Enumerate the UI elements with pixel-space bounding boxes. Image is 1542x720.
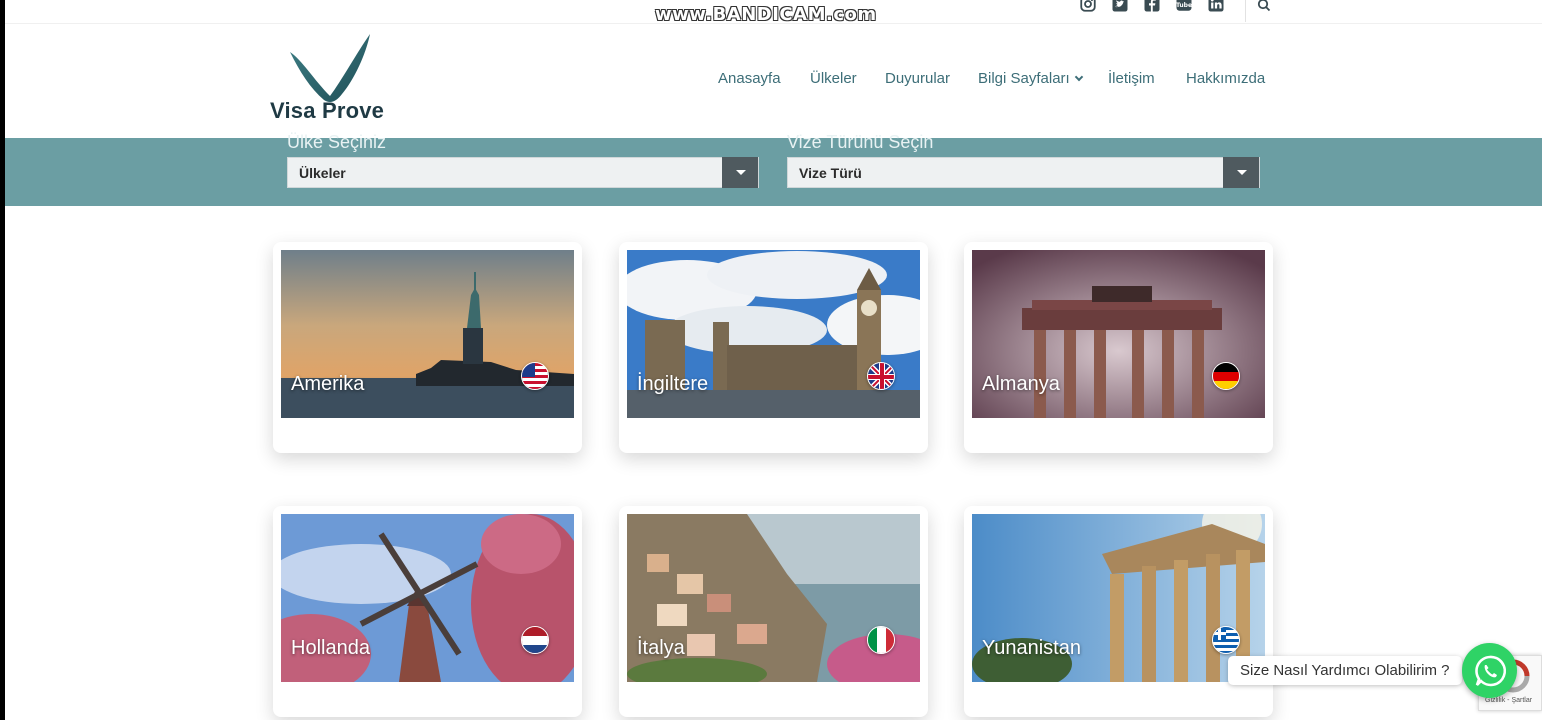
chevron-down-icon bbox=[1074, 72, 1083, 82]
recording-watermark: www.BANDICAM.com bbox=[655, 4, 877, 25]
country-name[interactable]: İngiltere bbox=[637, 373, 708, 396]
linkedin-icon[interactable] bbox=[1207, 0, 1225, 12]
logo-text[interactable]: Visa Prove bbox=[270, 98, 384, 124]
search-icon[interactable] bbox=[1257, 0, 1271, 12]
visa-type-select-label: Vize Türünü Seçin bbox=[787, 132, 934, 152]
country-card-hollanda[interactable]: Hollanda bbox=[273, 506, 582, 717]
country-select-label: Ülke Seçiniz bbox=[287, 132, 387, 152]
country-select-value: Ülkeler bbox=[299, 164, 346, 181]
site-header: Visa Prove Anasayfa Ülkeler Duyurular Bi… bbox=[5, 24, 1542, 138]
twitter-icon[interactable] bbox=[1111, 0, 1129, 12]
chat-help-bubble[interactable]: Size Nasıl Yardımcı Olabilirim ? bbox=[1228, 656, 1462, 685]
country-select[interactable]: Ülkeler bbox=[287, 157, 759, 188]
instagram-icon[interactable] bbox=[1079, 0, 1097, 12]
facebook-icon[interactable] bbox=[1143, 0, 1161, 12]
country-card-almanya[interactable]: Almanya bbox=[964, 242, 1273, 453]
us-flag-icon bbox=[521, 362, 549, 390]
greece-flag-icon bbox=[1212, 626, 1240, 654]
country-name[interactable]: İtalya bbox=[637, 637, 685, 660]
youtube-icon[interactable]: Tube bbox=[1175, 0, 1193, 12]
nav-announcements[interactable]: Duyurular bbox=[885, 70, 950, 87]
nav-info-pages-label: Bilgi Sayfaları bbox=[978, 70, 1070, 87]
nav-home[interactable]: Anasayfa bbox=[718, 70, 781, 87]
whatsapp-icon bbox=[1474, 655, 1506, 686]
country-card-yunanistan[interactable]: Yunanistan bbox=[964, 506, 1273, 717]
recaptcha-links[interactable]: Gizlilik - Şartlar bbox=[1485, 697, 1532, 704]
country-card-ingiltere[interactable]: İngiltere bbox=[619, 242, 928, 453]
netherlands-flag-icon bbox=[521, 626, 549, 654]
country-name[interactable]: Almanya bbox=[982, 373, 1060, 396]
country-name[interactable]: Hollanda bbox=[291, 637, 370, 660]
italy-flag-icon bbox=[867, 626, 895, 654]
country-name[interactable]: Amerika bbox=[291, 373, 364, 396]
country-card-italya[interactable]: İtalya bbox=[619, 506, 928, 717]
nav-info-pages[interactable]: Bilgi Sayfaları bbox=[978, 70, 1083, 87]
country-name[interactable]: Yunanistan bbox=[982, 637, 1081, 660]
svg-text:Tube: Tube bbox=[1176, 2, 1192, 9]
visa-type-select-value: Vize Türü bbox=[799, 164, 862, 181]
nav-about[interactable]: Hakkımızda bbox=[1186, 70, 1265, 87]
search-band: Ülke Seçiniz Ülkeler Vize Türünü Seçin V… bbox=[5, 132, 1542, 206]
uk-flag-icon bbox=[867, 362, 895, 390]
nav-contact[interactable]: İletişim bbox=[1108, 70, 1155, 87]
top-bar: www.BANDICAM.com Tube bbox=[5, 0, 1542, 25]
topbar-divider bbox=[1245, 0, 1246, 22]
dropdown-arrow-icon[interactable] bbox=[722, 157, 758, 188]
social-links: Tube bbox=[1079, 0, 1225, 12]
dropdown-arrow-icon[interactable] bbox=[1223, 157, 1259, 188]
country-card-amerika[interactable]: Amerika bbox=[273, 242, 582, 453]
whatsapp-button[interactable] bbox=[1462, 643, 1517, 698]
nav-countries[interactable]: Ülkeler bbox=[810, 70, 857, 87]
visa-type-select[interactable]: Vize Türü bbox=[787, 157, 1260, 188]
germany-flag-icon bbox=[1212, 362, 1240, 390]
